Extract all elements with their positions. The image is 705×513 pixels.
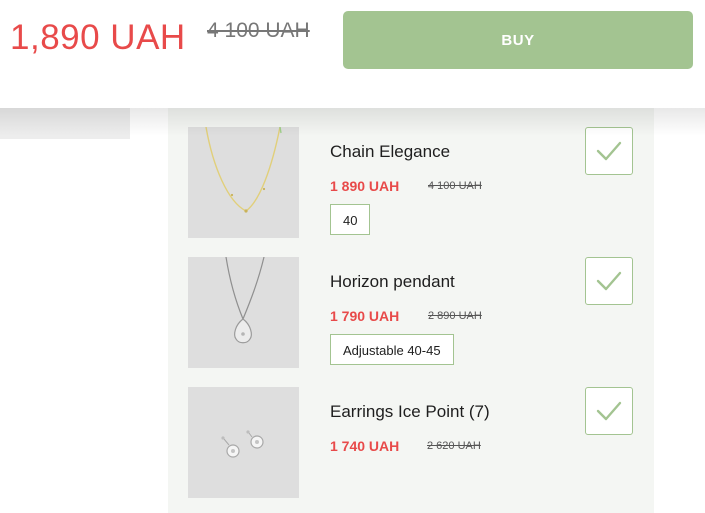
total-price: 1,890 UAH xyxy=(10,18,186,57)
silver-pendant-necklace-icon xyxy=(225,257,265,344)
include-item-checkbox[interactable] xyxy=(585,387,633,435)
check-icon xyxy=(596,141,622,161)
size-option[interactable]: Adjustable 40-45 xyxy=(330,334,454,365)
item-price: 1 790 UAH xyxy=(330,308,400,324)
product-image-horizon-pendant[interactable] xyxy=(188,257,299,368)
item-price: 1 890 UAH xyxy=(330,178,400,194)
gold-chain-necklace-icon xyxy=(205,127,282,213)
item-old-price: 2 890 UAH xyxy=(428,310,482,322)
size-option[interactable]: 40 xyxy=(330,204,371,235)
buy-button[interactable]: BUY xyxy=(343,11,693,69)
purchase-bar: 1,890 UAH 4 100 UAH BUY xyxy=(0,0,705,108)
item-title[interactable]: Horizon pendant xyxy=(330,272,455,292)
bundle-item-chain-elegance: Chain Elegance 1 890 UAH 4 100 UAH 40 xyxy=(188,127,655,239)
total-old-price: 4 100 UAH xyxy=(207,19,310,42)
check-icon xyxy=(596,271,622,291)
bundle-item-earrings-ice-point: Earrings Ice Point (7) 1 740 UAH 2 620 U… xyxy=(188,387,655,499)
item-old-price: 2 620 UAH xyxy=(427,440,481,452)
item-title[interactable]: Earrings Ice Point (7) xyxy=(330,402,490,422)
bundle-item-horizon-pendant: Horizon pendant 1 790 UAH 2 890 UAH Adju… xyxy=(188,257,655,369)
product-image-earrings-ice-point[interactable] xyxy=(188,387,299,498)
item-old-price: 4 100 UAH xyxy=(428,180,482,192)
header-shadow xyxy=(0,108,705,136)
product-image-chain-elegance[interactable] xyxy=(188,127,299,238)
check-icon xyxy=(596,401,622,421)
include-item-checkbox[interactable] xyxy=(585,257,633,305)
item-title[interactable]: Chain Elegance xyxy=(330,142,450,162)
crystal-stud-earrings-icon xyxy=(221,430,264,458)
item-price: 1 740 UAH xyxy=(330,438,400,454)
